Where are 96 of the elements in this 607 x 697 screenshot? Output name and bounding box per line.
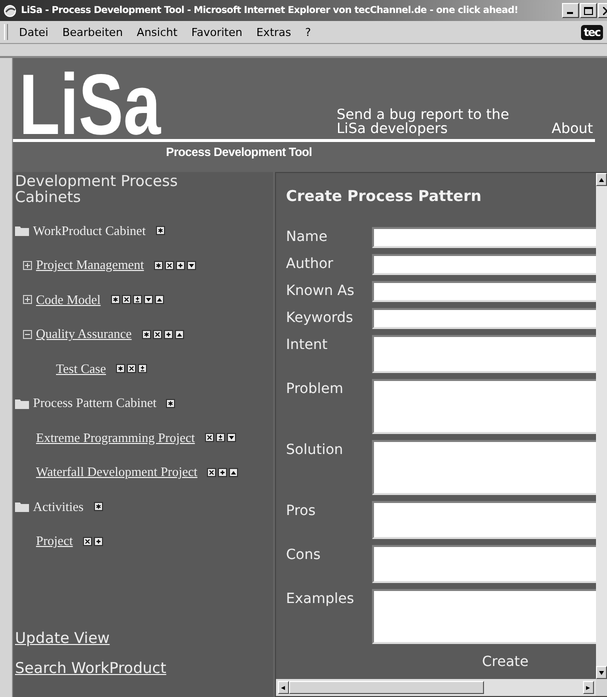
cabinet-label[interactable]: Process Pattern Cabinet <box>33 395 156 412</box>
field-label: Cons <box>286 546 322 565</box>
menu-item[interactable]: Bearbeiten <box>55 26 130 38</box>
input-field[interactable] <box>372 227 596 248</box>
vertical-scrollbar[interactable] <box>596 173 607 679</box>
sidebar-link[interactable]: Search WorkProduct <box>15 659 166 677</box>
star-icon[interactable] <box>110 295 120 304</box>
field-label: Problem <box>286 380 344 399</box>
sidebar-link[interactable]: Update View <box>15 629 110 647</box>
plus-minus-icon[interactable] <box>138 364 147 374</box>
text-area[interactable] <box>372 379 596 434</box>
input-field[interactable] <box>372 281 596 302</box>
star-icon[interactable] <box>166 398 176 408</box>
cross-icon[interactable] <box>82 536 92 546</box>
field-label: Author <box>286 255 334 274</box>
text-area[interactable] <box>372 501 596 539</box>
form-title: Create Process Pattern <box>286 187 482 205</box>
field-label: Pros <box>286 502 317 521</box>
plus-minus-icon[interactable] <box>216 433 225 442</box>
maximize-button[interactable] <box>580 3 597 18</box>
scroll-thumb[interactable] <box>289 681 484 694</box>
cross-icon[interactable] <box>164 260 174 270</box>
scroll-right-button[interactable] <box>583 681 594 694</box>
input-field[interactable] <box>372 254 596 275</box>
tree-link[interactable]: Code Model <box>36 292 101 308</box>
plus-minus-icon[interactable] <box>132 295 142 304</box>
down-arrow-icon <box>599 670 604 674</box>
scroll-down-button[interactable] <box>596 666 607 679</box>
scroll-left-button[interactable] <box>278 681 289 694</box>
right-arrow-icon <box>586 686 591 690</box>
scroll-up-button[interactable] <box>596 173 607 186</box>
text-area[interactable] <box>372 440 596 495</box>
cross-icon[interactable] <box>122 295 131 304</box>
down-arrow-icon[interactable] <box>186 260 196 270</box>
up-arrow-icon[interactable] <box>229 468 238 477</box>
down-arrow-icon[interactable] <box>144 295 153 304</box>
cross-icon[interactable] <box>204 433 214 442</box>
folder-icon <box>15 225 29 236</box>
star-icon[interactable] <box>154 260 163 270</box>
cross-icon[interactable] <box>152 330 162 339</box>
maximize-icon <box>584 6 593 14</box>
create-button[interactable]: Create <box>482 650 529 674</box>
tree-link[interactable]: Quality Assurance <box>36 326 132 342</box>
menu-item[interactable]: Favoriten <box>184 26 250 38</box>
folder-icon <box>15 501 29 512</box>
cabinet-label[interactable]: Activities <box>33 498 84 515</box>
input-field[interactable] <box>372 308 596 329</box>
plus-icon[interactable] <box>94 536 103 546</box>
brand-logo: tec <box>580 24 603 40</box>
menu-item[interactable]: Datei <box>12 26 56 38</box>
horizontal-scrollbar[interactable] <box>276 679 596 696</box>
folder-icon <box>15 398 29 409</box>
field-label: Solution <box>286 441 344 460</box>
field-label: Known As <box>286 282 356 301</box>
plus-icon[interactable] <box>176 260 185 270</box>
tree-link[interactable]: Waterfall Development Project <box>36 464 198 480</box>
text-area[interactable] <box>372 335 596 373</box>
expand-icon[interactable] <box>23 260 32 270</box>
plus-icon[interactable] <box>164 330 173 339</box>
star-icon[interactable] <box>156 226 165 236</box>
window-title: LiSa - Process Development Tool - Microsoft Internet Explorer von tecChannel.de - one click ahead! <box>21 5 520 16</box>
subtitle: Process Development Tool <box>166 145 312 159</box>
text-area[interactable] <box>372 545 596 583</box>
minimize-button[interactable] <box>562 3 579 18</box>
up-arrow-icon <box>599 178 604 182</box>
menu-item[interactable]: ? <box>298 26 318 38</box>
plus-icon[interactable] <box>218 468 228 477</box>
expand-icon[interactable] <box>23 295 32 304</box>
field-label: Examples <box>286 590 356 609</box>
left-arrow-icon <box>281 686 286 690</box>
cabinet-label[interactable]: WorkProduct Cabinet <box>33 222 146 239</box>
star-icon[interactable] <box>94 502 103 512</box>
tree-link[interactable]: Test Case <box>56 360 106 377</box>
browser-icon <box>3 4 17 18</box>
field-label: Name <box>286 228 328 247</box>
text-area[interactable] <box>372 589 596 644</box>
cross-icon[interactable] <box>127 364 136 374</box>
up-arrow-icon[interactable] <box>154 295 164 304</box>
field-label: Keywords <box>286 309 354 328</box>
field-label: Intent <box>286 336 328 355</box>
menu-item[interactable]: Ansicht <box>130 26 184 38</box>
logo: LiSa <box>19 72 162 139</box>
scrollbar-corner <box>596 679 607 696</box>
header-link[interactable]: Send a bug report to the LiSa developers <box>336 108 542 136</box>
menu-item[interactable]: Extras <box>249 26 298 38</box>
tree-link[interactable]: Project Management <box>36 257 144 274</box>
star-icon[interactable] <box>116 364 125 374</box>
header-link[interactable]: About <box>552 122 594 136</box>
up-arrow-icon[interactable] <box>174 330 184 339</box>
cross-icon[interactable] <box>207 468 216 477</box>
tree-link[interactable]: Project <box>36 533 73 550</box>
star-icon[interactable] <box>142 330 151 339</box>
down-arrow-icon[interactable] <box>226 433 236 442</box>
collapse-icon[interactable] <box>23 330 32 339</box>
tree-link[interactable]: Extreme Programming Project <box>36 430 195 446</box>
sidebar-heading: Development Process Cabinets <box>15 174 179 206</box>
